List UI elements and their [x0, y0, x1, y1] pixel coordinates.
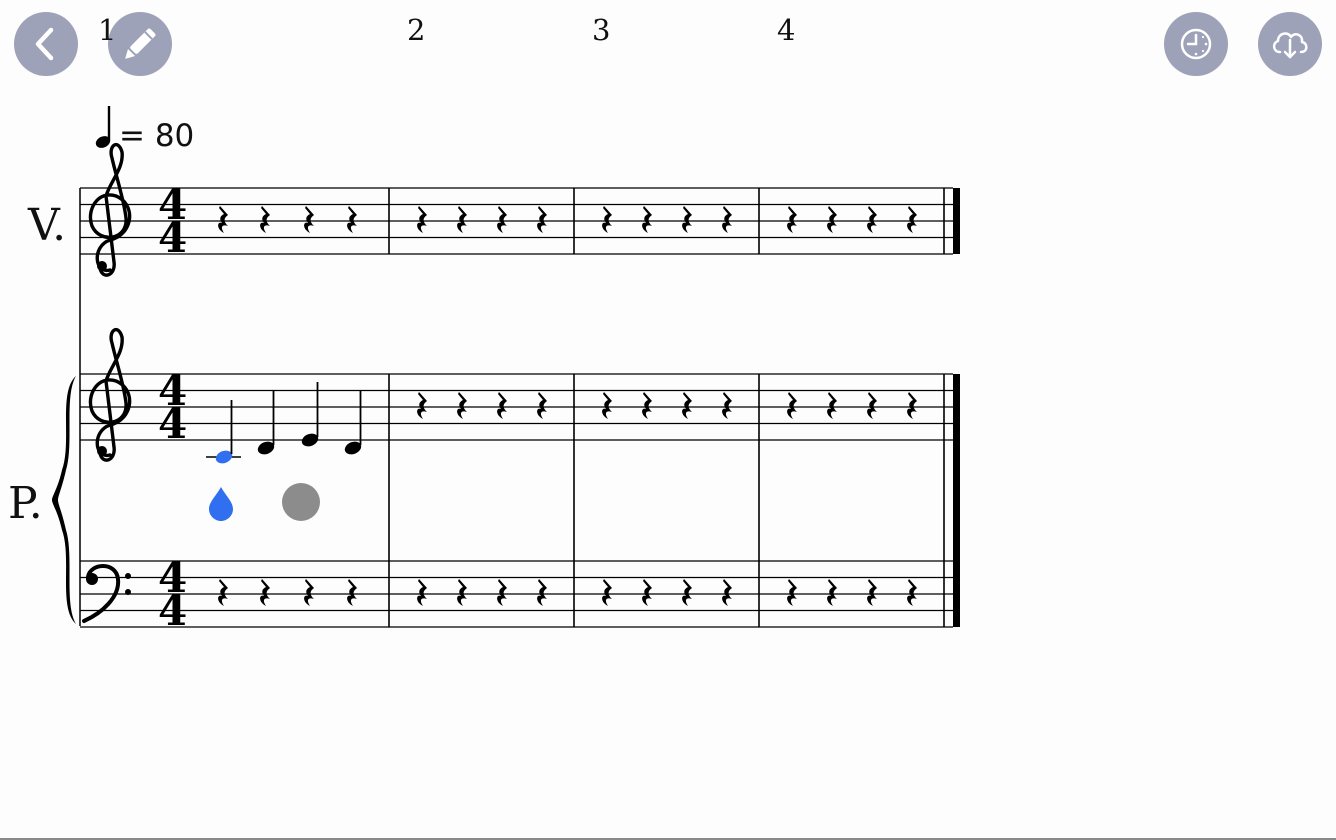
tempo-marking[interactable]: = 80: [94, 106, 194, 154]
quarter-rest: [417, 206, 427, 233]
quarter-rest: [304, 206, 314, 233]
quarter-rest: [722, 392, 732, 419]
quarter-rest: [347, 579, 357, 606]
piano-label: P.: [8, 478, 43, 529]
quarter-rest: [602, 579, 612, 606]
quarter-rest: [602, 392, 612, 419]
rests: [218, 206, 917, 606]
quarter-rest: [907, 392, 917, 419]
quarter-rest: [218, 579, 228, 606]
quarter-rest: [867, 579, 877, 606]
quarter-rest: [218, 206, 228, 233]
quarter-rest: [497, 579, 507, 606]
quarter-rest: [642, 392, 652, 419]
piano-treble-time-sig-den: 4: [158, 399, 187, 448]
quarter-note-icon: [95, 106, 111, 148]
quarter-rest: [347, 206, 357, 233]
quarter-rest: [867, 392, 877, 419]
cursor-handle[interactable]: [209, 487, 233, 521]
drag-knob[interactable]: [282, 483, 320, 521]
note-c4-selected[interactable]: [206, 400, 241, 466]
quarter-rest: [457, 206, 467, 233]
quarter-rest: [602, 206, 612, 233]
quarter-rest: [537, 392, 547, 419]
quarter-rest: [827, 206, 837, 233]
quarter-rest: [260, 579, 270, 606]
quarter-rest: [537, 579, 547, 606]
piano-barlines: [388, 440, 960, 561]
quarter-rest: [642, 579, 652, 606]
piano-brace: [52, 376, 76, 624]
quarter-rest: [682, 206, 692, 233]
piano-bass-staff[interactable]: [80, 560, 960, 628]
tempo-text: = 80: [119, 118, 194, 154]
violin-treble-clef: [88, 142, 132, 277]
quarter-rest: [722, 579, 732, 606]
quarter-rest: [722, 206, 732, 233]
quarter-rest: [682, 579, 692, 606]
quarter-rest: [417, 392, 427, 419]
violin-label: V.: [27, 200, 66, 251]
quarter-rest: [642, 206, 652, 233]
quarter-rest: [827, 392, 837, 419]
quarter-rest: [417, 579, 427, 606]
quarter-rest: [787, 579, 797, 606]
quarter-rest: [787, 206, 797, 233]
quarter-rest: [497, 392, 507, 419]
score-canvas[interactable]: = 80 V. P. 4 4 4 4 4 4: [0, 0, 1336, 840]
piano-bass-time-sig-den: 4: [158, 586, 187, 635]
violin-staff[interactable]: [80, 187, 960, 255]
quarter-rest: [457, 392, 467, 419]
quarter-rest: [457, 579, 467, 606]
quarter-rest: [260, 206, 270, 233]
quarter-rest: [537, 206, 547, 233]
piano-treble-staff[interactable]: [80, 373, 960, 441]
quarter-rest: [907, 206, 917, 233]
violin-time-sig-den: 4: [158, 213, 187, 262]
quarter-rest: [907, 579, 917, 606]
quarter-rest: [682, 392, 692, 419]
quarter-rest: [497, 206, 507, 233]
note-e4[interactable]: [300, 382, 320, 449]
quarter-rest: [304, 579, 314, 606]
quarter-rest: [867, 206, 877, 233]
quarter-rest: [827, 579, 837, 606]
quarter-rest: [787, 392, 797, 419]
